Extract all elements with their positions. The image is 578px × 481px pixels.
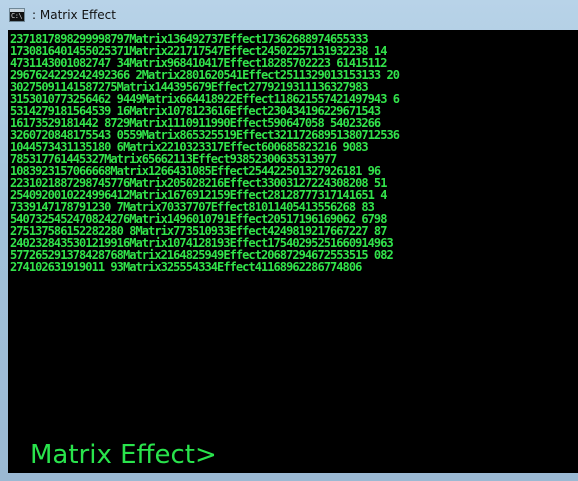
title-bar[interactable]: C:\ : Matrix Effect bbox=[0, 0, 578, 30]
cmd-window-icon: C:\ bbox=[9, 8, 25, 22]
window-title: : Matrix Effect bbox=[32, 8, 116, 22]
matrix-effect-prompt: Matrix Effect> bbox=[30, 440, 217, 470]
console-output-area[interactable]: 2371817898299998797Matrix136492737Effect… bbox=[8, 30, 578, 473]
cmd-window-icon-text: C:\ bbox=[11, 12, 23, 20]
console-window: C:\ : Matrix Effect 2371817898299998797M… bbox=[0, 0, 578, 481]
console-line: 274102631919011 93Matrix325554334Effect4… bbox=[10, 260, 362, 274]
